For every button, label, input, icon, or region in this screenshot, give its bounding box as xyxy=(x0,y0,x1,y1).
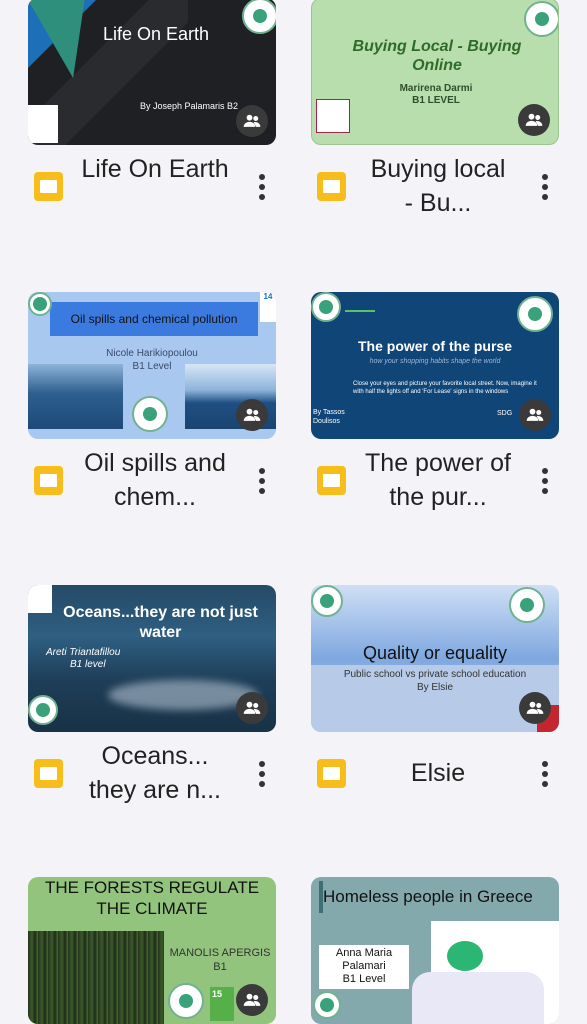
presentation-thumbnail[interactable]: The power of the purse how your shopping… xyxy=(311,292,559,439)
more-options-icon[interactable] xyxy=(252,759,272,789)
thumbnail-heading: Oil spills and chemical pollution xyxy=(70,312,238,326)
thumbnail-author: Marirena Darmi xyxy=(399,83,473,94)
presentation-title[interactable]: Life On Earth xyxy=(80,152,230,186)
school-logo xyxy=(311,585,343,617)
shared-icon xyxy=(236,399,268,431)
slides-file-icon xyxy=(317,466,346,495)
more-options-icon[interactable] xyxy=(252,466,272,496)
presentation-thumbnail[interactable]: Life On Earth By Joseph Palamaris B2 xyxy=(28,0,276,145)
thumbnail-subheading: Public school vs private school educatio… xyxy=(343,669,527,680)
school-logo xyxy=(28,695,58,725)
school-logo xyxy=(313,991,341,1019)
shared-icon xyxy=(236,984,268,1016)
thumbnail-byline: By Joseph Palamaris B2 xyxy=(140,101,239,111)
more-options-icon[interactable] xyxy=(535,759,555,789)
thumbnail-heading: Buying Local - Buying Online xyxy=(352,38,522,74)
thumbnail-level: B1 xyxy=(213,961,227,973)
more-options-icon[interactable] xyxy=(535,466,555,496)
slides-file-icon xyxy=(317,759,346,788)
thumbnail-level: B1 level xyxy=(70,659,106,670)
more-options-icon[interactable] xyxy=(535,172,555,202)
thumbnail-level: B1 Level xyxy=(342,973,386,985)
thumbnail-heading: Homeless people in Greece xyxy=(323,887,533,906)
thumbnail-author: Anna Maria Palamari xyxy=(335,947,393,972)
more-options-icon[interactable] xyxy=(252,172,272,202)
sdg-logo: 15 xyxy=(210,987,234,1021)
slides-file-icon xyxy=(317,172,346,201)
sdg-logo xyxy=(28,585,52,613)
presentation-title[interactable]: Oceans... they are n... xyxy=(80,739,230,807)
thumbnail-author: Nicole Harikiopoulou xyxy=(106,348,198,359)
school-logo xyxy=(28,292,52,316)
shared-icon xyxy=(519,399,551,431)
slides-file-icon xyxy=(34,759,63,788)
school-logo xyxy=(517,296,553,332)
sdg-label: SDG xyxy=(497,410,513,417)
school-logo xyxy=(524,1,558,37)
school-logo xyxy=(132,396,168,432)
thumbnail-heading: Quality or equality xyxy=(362,643,508,663)
presentation-thumbnail[interactable]: THE FORESTS REGULATE THE CLIMATE MANOLIS… xyxy=(28,877,276,1024)
thumbnail-author: Areti Triantafillou xyxy=(46,647,121,658)
sdg-logo xyxy=(28,105,58,143)
presentation-title[interactable]: The power of the pur... xyxy=(363,446,513,514)
slides-file-icon xyxy=(34,172,63,201)
presentation-title[interactable]: Elsie xyxy=(363,756,513,790)
shared-icon xyxy=(519,692,551,724)
school-logo xyxy=(242,0,276,34)
slides-file-icon xyxy=(34,466,63,495)
create-fab-button[interactable] xyxy=(412,972,544,1024)
presentation-title[interactable]: Buying local - Bu... xyxy=(363,152,513,220)
sdg-logo xyxy=(316,99,350,133)
thumbnail-heading: Life On Earth xyxy=(103,24,210,44)
thumbnail-heading: THE FORESTS REGULATE THE CLIMATE xyxy=(44,878,260,918)
shared-icon xyxy=(236,692,268,724)
presentation-title[interactable]: Oil spills and chem... xyxy=(80,446,230,514)
presentation-thumbnail[interactable]: Oceans...they are not just water Areti T… xyxy=(28,585,276,732)
thumbnail-byline: By Tassos Doulisos xyxy=(313,409,345,425)
thumbnail-body: Close your eyes and picture your favorit… xyxy=(353,381,537,395)
shared-icon xyxy=(236,105,268,137)
school-logo xyxy=(168,983,204,1019)
thumbnail-author: MANOLIS APERGIS xyxy=(169,947,271,959)
shared-icon xyxy=(518,104,550,136)
thumbnail-subheading: how your shopping habits shape the world xyxy=(369,358,501,365)
thumbnail-heading: Oceans...they are not just water xyxy=(63,604,258,641)
presentation-thumbnail[interactable]: Buying Local - Buying Online Marirena Da… xyxy=(311,0,559,145)
thumbnail-byline: By Elsie xyxy=(416,682,454,693)
presentation-thumbnail[interactable]: Quality or equality Public school vs pri… xyxy=(311,585,559,732)
school-logo xyxy=(509,587,545,623)
presentation-thumbnail[interactable]: Oil spills and chemical pollution Nicole… xyxy=(28,292,276,439)
school-logo xyxy=(311,292,341,322)
sdg-logo: 14 xyxy=(260,292,276,322)
thumbnail-heading: The power of the purse xyxy=(357,338,512,354)
